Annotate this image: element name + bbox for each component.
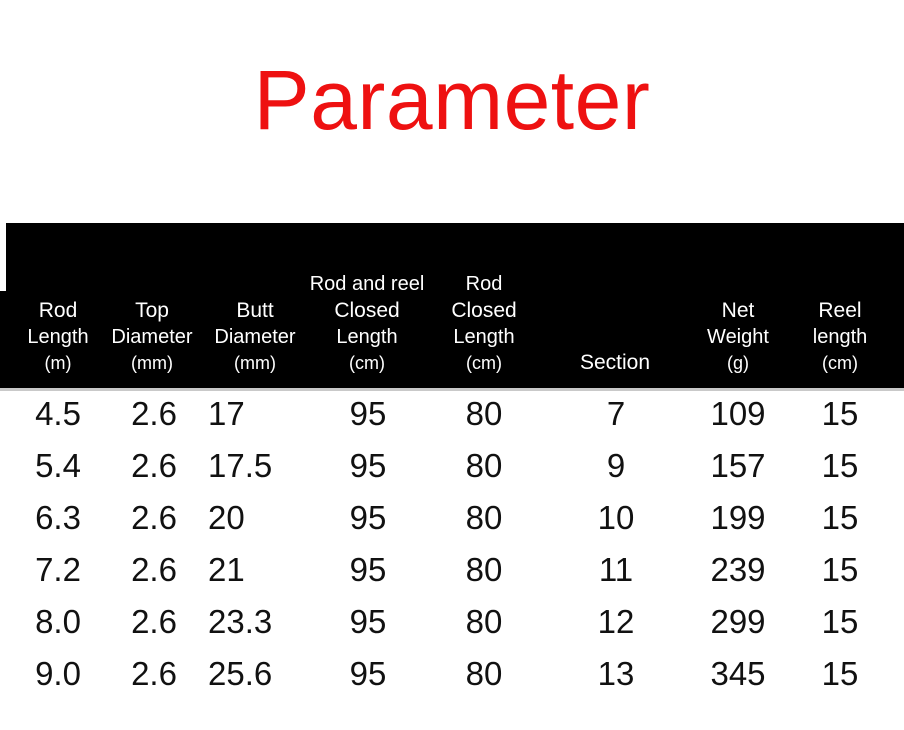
cell-rod-closed-length: 80: [465, 499, 503, 536]
column-header-unit: (m): [44, 353, 72, 373]
table-row: 7.2 2.6 21 95 80 11 239 15: [0, 544, 904, 596]
cell-reel-length: 15: [821, 655, 859, 692]
column-header-sub: Diameter: [214, 326, 296, 348]
table-row: 8.0 2.6 23.3 95 80 12 299 15: [0, 596, 904, 648]
table-body: 4.5 2.6 17 95 80 7 109 15 5.4 2.6 17.5 95 80 9 157 15 6.…: [0, 388, 904, 700]
column-header-unit: (cm): [822, 353, 858, 373]
table-row: 5.4 2.6 17.5 95 80 9 157 15: [0, 440, 904, 492]
column-header-sub: Weight: [707, 326, 769, 348]
cell-net-weight: 345: [710, 655, 766, 692]
cell-net-weight: 157: [710, 447, 766, 484]
column-header-unit: (cm): [349, 353, 385, 373]
cell-top-diameter: 2.6: [131, 447, 177, 484]
cell-butt-diameter: 20: [208, 499, 245, 536]
cell-section: 11: [598, 551, 634, 588]
cell-rod-reel-closed-length: 95: [349, 447, 387, 484]
table-header: Rod Length (m) Top Diameter (mm) Butt Diameter (…: [0, 223, 904, 391]
cell-net-weight: 199: [710, 499, 766, 536]
cell-top-diameter: 2.6: [131, 499, 177, 536]
cell-top-diameter: 2.6: [131, 551, 177, 588]
table-row: 4.5 2.6 17 95 80 7 109 15: [0, 388, 904, 440]
column-header-sub: Length: [336, 326, 398, 348]
cell-reel-length: 15: [821, 551, 859, 588]
cell-rod-length: 7.2: [35, 551, 81, 588]
cell-reel-length: 15: [821, 603, 859, 640]
column-header-main: Top: [135, 299, 169, 322]
table-row: 6.3 2.6 20 95 80 10 199 15: [0, 492, 904, 544]
cell-section: 9: [606, 447, 626, 484]
cell-rod-reel-closed-length: 95: [349, 603, 387, 640]
cell-top-diameter: 2.6: [131, 603, 177, 640]
column-header-reel-length: Reel length (cm): [790, 297, 890, 376]
cell-rod-closed-length: 80: [465, 603, 503, 640]
cell-butt-diameter: 23.3: [208, 603, 273, 640]
column-header-prefix: Rod and reel: [309, 273, 425, 295]
parameter-table: Rod Length (m) Top Diameter (mm) Butt Diameter (…: [0, 223, 904, 692]
cell-rod-closed-length: 80: [465, 655, 503, 692]
cell-net-weight: 109: [710, 395, 766, 432]
table-row: 9.0 2.6 25.6 95 80 13 345 15: [0, 648, 904, 700]
cell-rod-length: 6.3: [35, 499, 81, 536]
cell-rod-length: 8.0: [35, 603, 81, 640]
column-header-unit: (mm): [234, 353, 276, 373]
cell-reel-length: 15: [821, 395, 859, 432]
column-header-unit: (cm): [466, 353, 502, 373]
cell-rod-reel-closed-length: 95: [349, 551, 387, 588]
cell-rod-length: 9.0: [35, 655, 81, 692]
parameter-spec-sheet: Parameter Rod Length (m) Top Diameter (mm) But…: [0, 0, 904, 730]
column-header-main: Butt: [236, 299, 274, 322]
cell-rod-closed-length: 80: [465, 395, 503, 432]
cell-rod-reel-closed-length: 95: [349, 499, 387, 536]
cell-reel-length: 15: [821, 499, 859, 536]
cell-net-weight: 239: [710, 551, 766, 588]
column-header-rod-length: Rod Length (m): [8, 297, 108, 376]
column-header-rod-closed-length: Rod Closed Length (cm): [428, 271, 540, 376]
column-header-unit: (mm): [131, 353, 173, 373]
cell-top-diameter: 2.6: [131, 395, 177, 432]
cell-rod-closed-length: 80: [465, 447, 503, 484]
column-header-sub: Length: [27, 326, 89, 348]
column-header-main: Reel: [818, 299, 862, 322]
column-header-main: Rod: [38, 299, 78, 322]
cell-rod-closed-length: 80: [465, 551, 503, 588]
cell-top-diameter: 2.6: [131, 655, 177, 692]
column-header-main: Closed: [451, 299, 517, 322]
cell-rod-reel-closed-length: 95: [349, 395, 387, 432]
column-header-sub: Diameter: [111, 326, 193, 348]
column-header-rod-reel-closed-length: Rod and reel Closed Length (cm): [308, 271, 426, 376]
cell-butt-diameter: 25.6: [208, 655, 273, 692]
title-block: Parameter: [0, 0, 904, 200]
column-header-net-weight: Net Weight (g): [688, 297, 788, 376]
cell-section: 12: [597, 603, 635, 640]
cell-section: 10: [597, 499, 635, 536]
column-header-main: Net: [721, 299, 755, 322]
cell-rod-length: 4.5: [35, 395, 81, 432]
column-header-main: Closed: [334, 299, 400, 322]
column-header-top-diameter: Top Diameter (mm): [100, 297, 204, 376]
column-header-prefix: Rod: [465, 273, 503, 295]
cell-section: 13: [597, 655, 635, 692]
column-header-main: Section: [579, 351, 651, 374]
column-header-butt-diameter: Butt Diameter (mm): [200, 297, 310, 376]
column-header-section: Section: [560, 349, 670, 376]
column-header-unit: (g): [727, 353, 749, 373]
table-header-row: Rod Length (m) Top Diameter (mm) Butt Diameter (…: [0, 223, 904, 388]
cell-net-weight: 299: [710, 603, 766, 640]
cell-butt-diameter: 21: [208, 551, 245, 588]
column-header-sub: Length: [453, 326, 515, 348]
cell-butt-diameter: 17.5: [208, 447, 273, 484]
page-title: Parameter: [253, 53, 651, 147]
cell-butt-diameter: 17: [208, 395, 245, 432]
cell-section: 7: [606, 395, 626, 432]
cell-reel-length: 15: [821, 447, 859, 484]
cell-rod-reel-closed-length: 95: [349, 655, 387, 692]
cell-rod-length: 5.4: [35, 447, 81, 484]
column-header-sub: length: [812, 326, 868, 348]
